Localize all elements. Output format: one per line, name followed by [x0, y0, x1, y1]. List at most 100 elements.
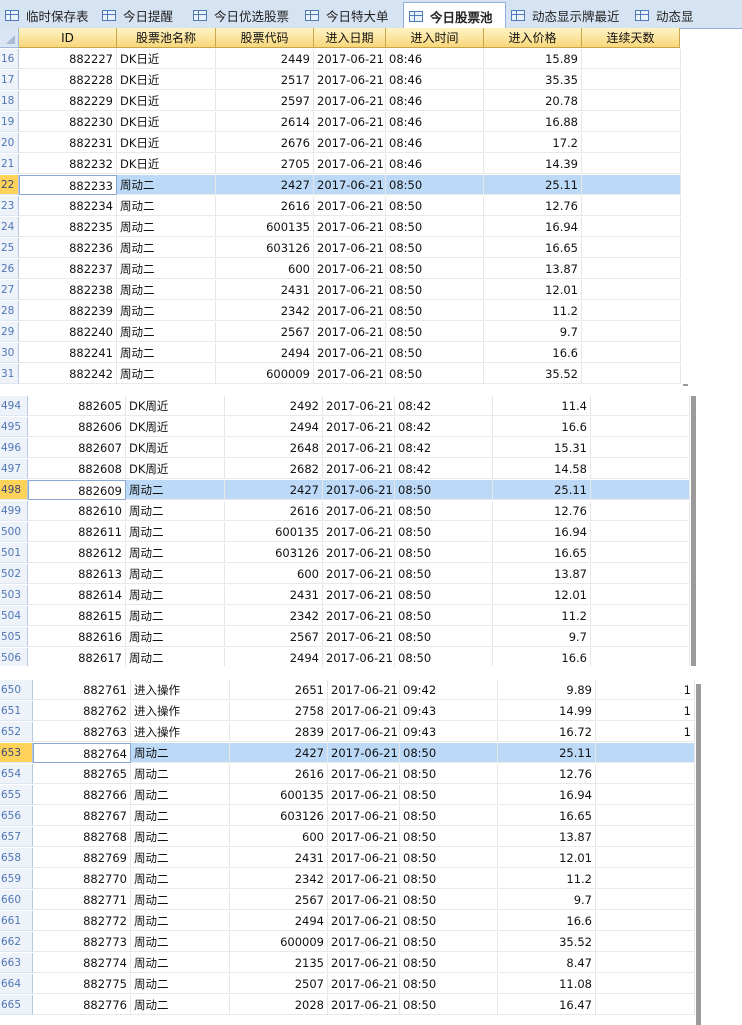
id-cell[interactable]: 882608	[28, 459, 126, 479]
row-number[interactable]: 31	[0, 364, 19, 384]
stock-code-cell[interactable]: 603126	[230, 806, 328, 826]
column-header-2[interactable]: 股票池名称	[117, 28, 216, 48]
entry-time-cell[interactable]: 09:43	[400, 701, 498, 721]
tab-6[interactable]: 动态显示牌最近	[506, 3, 629, 27]
pool-name-cell[interactable]: DK周近	[126, 438, 225, 458]
entry-date-cell[interactable]: 2017-06-21	[323, 438, 395, 458]
row-number[interactable]: 27	[0, 280, 19, 300]
stock-code-cell[interactable]: 2651	[230, 680, 328, 700]
stock-code-cell[interactable]: 603126	[225, 543, 323, 563]
entry-time-cell[interactable]: 08:42	[395, 417, 493, 437]
id-cell[interactable]: 882607	[28, 438, 126, 458]
entry-date-cell[interactable]: 2017-06-21	[323, 648, 395, 666]
pool-name-cell[interactable]: 周动二	[131, 911, 230, 931]
consecutive-days-cell[interactable]	[596, 764, 695, 784]
entry-time-cell[interactable]: 08:50	[386, 280, 484, 300]
table-row[interactable]: 506 882617 周动二 2494 2017-06-21 08:50 16.6	[0, 648, 692, 666]
consecutive-days-cell[interactable]	[582, 343, 681, 363]
entry-date-cell[interactable]: 2017-06-21	[323, 627, 395, 647]
entry-time-cell[interactable]: 08:50	[400, 827, 498, 847]
entry-time-cell[interactable]: 08:50	[386, 364, 484, 384]
entry-date-cell[interactable]: 2017-06-21	[328, 911, 400, 931]
table-row[interactable]: 501 882612 周动二 603126 2017-06-21 08:50 16.65	[0, 543, 692, 564]
entry-time-cell[interactable]: 08:50	[400, 974, 498, 994]
entry-date-cell[interactable]: 2017-06-21	[323, 564, 395, 584]
pool-name-cell[interactable]: 周动二	[117, 322, 216, 342]
vertical-scrollbar[interactable]	[696, 684, 701, 1025]
pool-name-cell[interactable]: 周动二	[126, 606, 225, 626]
stock-code-cell[interactable]: 2616	[230, 764, 328, 784]
tab-7[interactable]: 动态显	[630, 3, 742, 27]
entry-price-cell[interactable]: 35.52	[498, 932, 596, 952]
id-cell[interactable]: 882770	[33, 869, 131, 889]
entry-price-cell[interactable]: 16.6	[484, 343, 582, 363]
entry-date-cell[interactable]: 2017-06-21	[314, 196, 386, 216]
entry-date-cell[interactable]: 2017-06-21	[328, 953, 400, 973]
entry-price-cell[interactable]: 16.88	[484, 112, 582, 132]
table-row[interactable]: 495 882606 DK周近 2494 2017-06-21 08:42 16.6	[0, 417, 692, 438]
consecutive-days-cell[interactable]	[596, 869, 695, 889]
entry-time-cell[interactable]: 08:50	[400, 890, 498, 910]
row-number[interactable]: 652	[0, 722, 33, 742]
table-row[interactable]: 655 882766 周动二 600135 2017-06-21 08:50 16.94	[0, 785, 698, 806]
id-cell[interactable]: 882240	[19, 322, 117, 342]
pool-name-cell[interactable]: 周动二	[117, 280, 216, 300]
pool-name-cell[interactable]: DK日近	[117, 49, 216, 69]
stock-code-cell[interactable]: 2427	[216, 175, 314, 195]
consecutive-days-cell[interactable]	[582, 280, 681, 300]
vertical-scrollbar[interactable]	[683, 384, 688, 386]
stock-code-cell[interactable]: 2431	[216, 280, 314, 300]
entry-time-cell[interactable]: 08:50	[400, 764, 498, 784]
entry-time-cell[interactable]: 08:50	[400, 953, 498, 973]
id-cell[interactable]: 882766	[33, 785, 131, 805]
entry-price-cell[interactable]: 12.76	[498, 764, 596, 784]
entry-price-cell[interactable]: 14.58	[493, 459, 591, 479]
row-number[interactable]: 17	[0, 70, 19, 90]
consecutive-days-cell[interactable]	[591, 543, 690, 563]
pool-name-cell[interactable]: 周动二	[131, 764, 230, 784]
pool-name-cell[interactable]: 周动二	[126, 564, 225, 584]
row-number[interactable]: 499	[0, 501, 28, 521]
stock-code-cell[interactable]: 600	[230, 827, 328, 847]
stock-code-cell[interactable]: 2342	[216, 301, 314, 321]
row-number[interactable]: 662	[0, 932, 33, 952]
id-cell[interactable]: 882234	[19, 196, 117, 216]
entry-time-cell[interactable]: 08:50	[395, 648, 493, 666]
consecutive-days-cell[interactable]	[596, 785, 695, 805]
entry-date-cell[interactable]: 2017-06-21	[323, 396, 395, 416]
table-row[interactable]: 650 882761 进入操作 2651 2017-06-21 09:42 9.89 1	[0, 680, 698, 701]
pool-name-cell[interactable]: 周动二	[126, 543, 225, 563]
id-cell[interactable]: 882231	[19, 133, 117, 153]
table-row[interactable]: 18 882229 DK日近 2597 2017-06-21 08:46 20.78	[0, 91, 684, 112]
stock-code-cell[interactable]: 2507	[230, 974, 328, 994]
id-cell[interactable]: 882235	[19, 217, 117, 237]
entry-date-cell[interactable]: 2017-06-21	[314, 133, 386, 153]
entry-date-cell[interactable]: 2017-06-21	[328, 932, 400, 952]
entry-time-cell[interactable]: 08:50	[386, 343, 484, 363]
pool-name-cell[interactable]: 周动二	[126, 627, 225, 647]
stock-code-cell[interactable]: 2028	[230, 995, 328, 1015]
column-header-7[interactable]: 连续天数	[582, 28, 680, 48]
entry-date-cell[interactable]: 2017-06-21	[323, 543, 395, 563]
consecutive-days-cell[interactable]	[596, 848, 695, 868]
consecutive-days-cell[interactable]	[596, 932, 695, 952]
entry-price-cell[interactable]: 35.52	[484, 364, 582, 384]
entry-date-cell[interactable]: 2017-06-21	[314, 238, 386, 258]
pool-name-cell[interactable]: 周动二	[131, 953, 230, 973]
table-row[interactable]: 505 882616 周动二 2567 2017-06-21 08:50 9.7	[0, 627, 692, 648]
pool-name-cell[interactable]: 周动二	[117, 343, 216, 363]
id-cell[interactable]: 882765	[33, 764, 131, 784]
pool-name-cell[interactable]: DK日近	[117, 70, 216, 90]
entry-date-cell[interactable]: 2017-06-21	[323, 522, 395, 542]
pool-name-cell[interactable]: 周动二	[131, 743, 230, 763]
consecutive-days-cell[interactable]	[582, 70, 681, 90]
consecutive-days-cell[interactable]	[591, 417, 690, 437]
pool-name-cell[interactable]: 进入操作	[131, 680, 230, 700]
row-number[interactable]: 501	[0, 543, 28, 563]
row-number[interactable]: 654	[0, 764, 33, 784]
id-cell[interactable]: 882768	[33, 827, 131, 847]
consecutive-days-cell[interactable]: 1	[596, 680, 695, 700]
consecutive-days-cell[interactable]	[582, 364, 681, 384]
pool-name-cell[interactable]: 周动二	[126, 501, 225, 521]
entry-date-cell[interactable]: 2017-06-21	[323, 459, 395, 479]
